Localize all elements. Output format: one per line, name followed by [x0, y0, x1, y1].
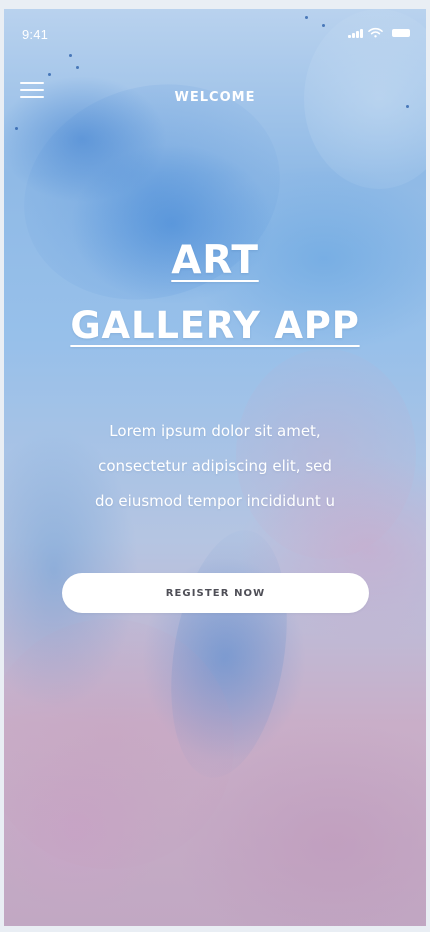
wifi-icon — [368, 27, 383, 38]
page-title: WELCOME — [174, 90, 256, 105]
menu-icon — [20, 82, 44, 84]
paint-speckle — [406, 105, 409, 108]
register-now-button[interactable]: REGISTER NOW — [62, 573, 369, 613]
paint-speckle — [76, 66, 79, 69]
hero-description-line: consectetur adipiscing elit, sed — [98, 457, 332, 475]
battery-icon — [392, 28, 410, 37]
signal-bar — [348, 34, 351, 38]
paint-speckle — [69, 54, 72, 57]
watercolor-wash — [4, 619, 234, 869]
hero-title-line-2: GALLERY APP — [70, 304, 360, 347]
signal-bar — [360, 28, 363, 38]
signal-bar — [356, 30, 359, 38]
status-time: 9:41 — [22, 27, 49, 42]
paint-speckle — [15, 127, 18, 130]
signal-icon — [348, 28, 363, 38]
paint-speckle — [48, 73, 51, 76]
hero-description-line: Lorem ipsum dolor sit amet, — [109, 422, 321, 440]
watercolor-wash — [155, 521, 303, 787]
app-screen: 9:41 WELCOME ART GALLERY APP Lorem ipsum — [4, 9, 426, 926]
status-bar: 9:41 — [4, 9, 426, 53]
hero-description-line: do eiusmod tempor incididunt u — [94, 492, 336, 510]
hero-title: ART GALLERY APP — [4, 237, 426, 349]
signal-bar — [352, 32, 355, 38]
status-icons — [348, 27, 410, 38]
hero-description: Lorem ipsum dolor sit amet, consectetur … — [58, 414, 372, 519]
hero-title-line-1: ART — [171, 238, 259, 283]
